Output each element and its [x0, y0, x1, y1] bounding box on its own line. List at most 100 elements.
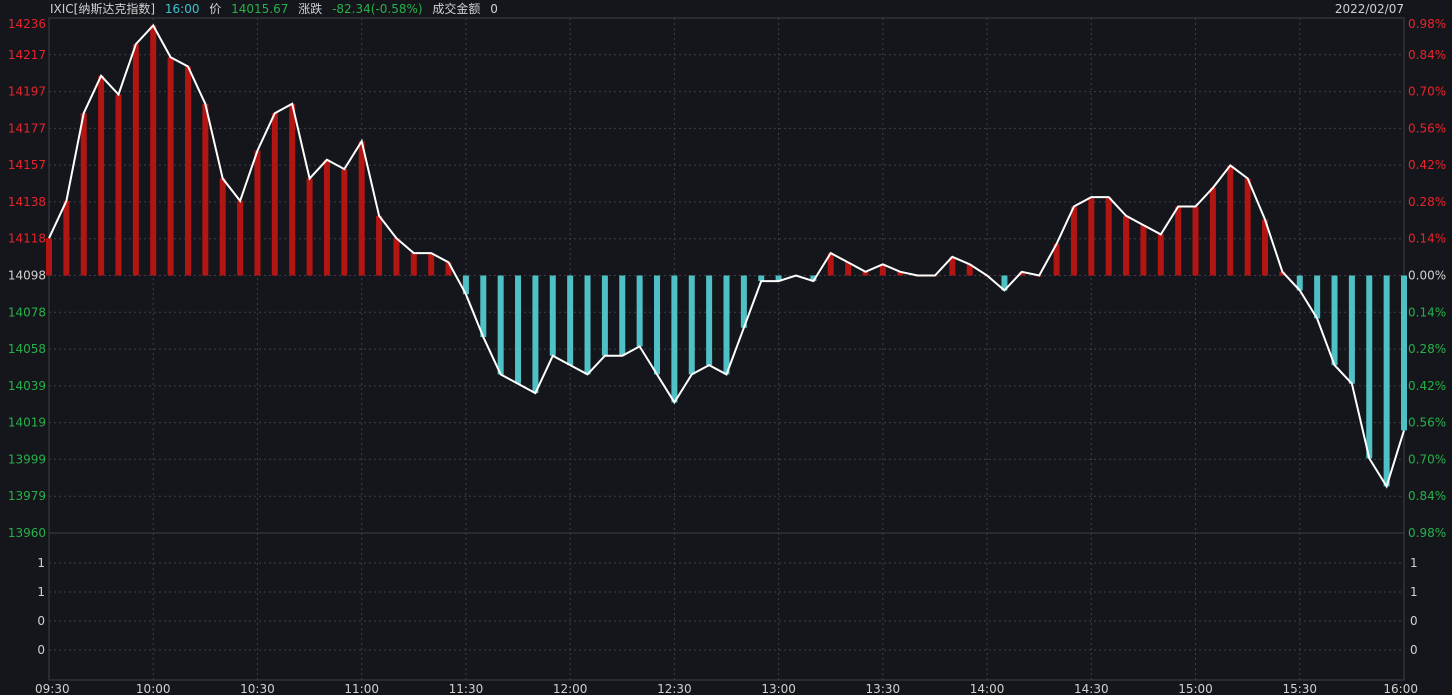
diff-bar — [219, 178, 226, 276]
volume-tick-label: 0 — [37, 643, 45, 657]
pct-tick-label: 0.70% — [1408, 452, 1446, 466]
y-tick-label: 14236 — [8, 17, 46, 31]
y-tick-label: 13960 — [8, 526, 46, 540]
pct-tick-label: 0.56% — [1408, 416, 1446, 430]
diff-bar — [167, 57, 174, 276]
intraday-chart: 14236 0.98% 14217 0.84% 14197 0.70% 14177 0.56%… — [8, 17, 1446, 695]
diff-bar — [132, 44, 139, 276]
pct-tick-label: 0.56% — [1408, 121, 1446, 135]
pct-tick-label: 0.42% — [1408, 379, 1446, 393]
y-tick-label: 14098 — [8, 269, 46, 283]
y-tick-label: 14197 — [8, 85, 46, 99]
diff-bar — [1140, 225, 1147, 276]
diff-bar — [1123, 215, 1130, 276]
x-tick-label: 16:00 — [1383, 682, 1418, 695]
diff-bar — [671, 275, 678, 403]
x-tick-label: 12:30 — [657, 682, 692, 695]
pct-tick-label: 0.14% — [1408, 232, 1446, 246]
pct-tick-label: 0.00% — [1408, 269, 1446, 283]
diff-bar — [1088, 197, 1095, 276]
diff-bar — [1157, 234, 1164, 276]
x-tick-label: 09:30 — [35, 682, 70, 695]
pct-tick-label: 0.42% — [1408, 158, 1446, 172]
y-tick-label: 14118 — [8, 232, 46, 246]
y-tick-label: 13979 — [8, 489, 46, 503]
diff-bar — [184, 66, 191, 276]
x-tick-label: 11:00 — [344, 682, 379, 695]
diff-bar — [532, 275, 539, 394]
diff-bar — [254, 150, 261, 276]
pct-tick-label: 0.98% — [1408, 17, 1446, 31]
diff-bar — [1348, 275, 1355, 384]
diff-bar — [376, 215, 383, 276]
diff-bar — [428, 253, 435, 276]
diff-bar — [80, 113, 87, 276]
y-tick-label: 14039 — [8, 379, 46, 393]
diff-bar — [46, 238, 52, 276]
diff-bar — [497, 275, 504, 375]
x-tick-label: 12:00 — [553, 682, 588, 695]
diff-bar — [306, 178, 313, 276]
x-tick-label: 11:30 — [449, 682, 484, 695]
diff-bar — [1105, 197, 1112, 276]
diff-bar — [63, 200, 70, 276]
diff-bar — [1314, 275, 1321, 319]
y-tick-label: 14217 — [8, 48, 46, 62]
pct-tick-label: 0.14% — [1408, 305, 1446, 319]
volume-tick-label: 1 — [37, 556, 45, 570]
volume-tick-label: 0 — [37, 614, 45, 628]
diff-bar — [115, 94, 122, 276]
volume-tick-label-right: 0 — [1410, 614, 1418, 628]
diff-bar — [358, 141, 365, 276]
pct-tick-label: 0.28% — [1408, 342, 1446, 356]
diff-bar — [549, 275, 556, 356]
diff-bar — [619, 275, 626, 356]
diff-bar — [289, 103, 296, 276]
volume-tick-label-right: 1 — [1410, 556, 1418, 570]
diff-bar — [601, 275, 608, 356]
pct-tick-label: 0.28% — [1408, 195, 1446, 209]
price-line — [48, 23, 1405, 489]
x-tick-label: 10:00 — [136, 682, 171, 695]
x-tick-label: 15:30 — [1282, 682, 1317, 695]
diff-bar — [1070, 206, 1077, 276]
diff-bar — [271, 113, 278, 276]
diff-bar — [1383, 275, 1390, 487]
diff-bar — [515, 275, 522, 384]
diff-bar — [1175, 206, 1182, 276]
diff-bar — [1209, 187, 1216, 276]
diff-bar — [706, 275, 713, 366]
y-tick-label: 14078 — [8, 305, 46, 319]
pct-tick-label: 0.98% — [1408, 526, 1446, 540]
diff-bar — [410, 253, 417, 276]
volume-tick-label-right: 0 — [1410, 643, 1418, 657]
diff-bar — [98, 75, 105, 276]
y-tick-label: 14019 — [8, 416, 46, 430]
diff-bar — [341, 169, 348, 276]
pct-tick-label: 0.84% — [1408, 48, 1446, 62]
x-tick-label: 13:30 — [866, 682, 901, 695]
diff-bar — [723, 275, 730, 375]
y-tick-label: 14138 — [8, 195, 46, 209]
x-tick-label: 14:00 — [970, 682, 1005, 695]
diff-bar — [1401, 275, 1407, 431]
x-tick-label: 15:00 — [1178, 682, 1213, 695]
diff-bar — [584, 275, 591, 375]
diff-bar — [688, 275, 695, 375]
diff-bar — [1244, 178, 1251, 276]
x-tick-label: 14:30 — [1074, 682, 1109, 695]
volume-tick-label-right: 1 — [1410, 585, 1418, 599]
diff-bar — [654, 275, 661, 375]
pct-tick-label: 0.84% — [1408, 489, 1446, 503]
diff-bar — [480, 275, 487, 338]
diff-bar — [1192, 206, 1199, 276]
diff-bar — [150, 25, 157, 276]
diff-bar — [202, 103, 209, 276]
y-tick-label: 14177 — [8, 121, 46, 135]
x-tick-label: 10:30 — [240, 682, 275, 695]
y-tick-label: 14058 — [8, 342, 46, 356]
diff-bar — [636, 275, 643, 347]
diff-bar — [1227, 165, 1234, 276]
diff-bar — [1366, 275, 1373, 459]
x-tick-label: 13:00 — [761, 682, 796, 695]
